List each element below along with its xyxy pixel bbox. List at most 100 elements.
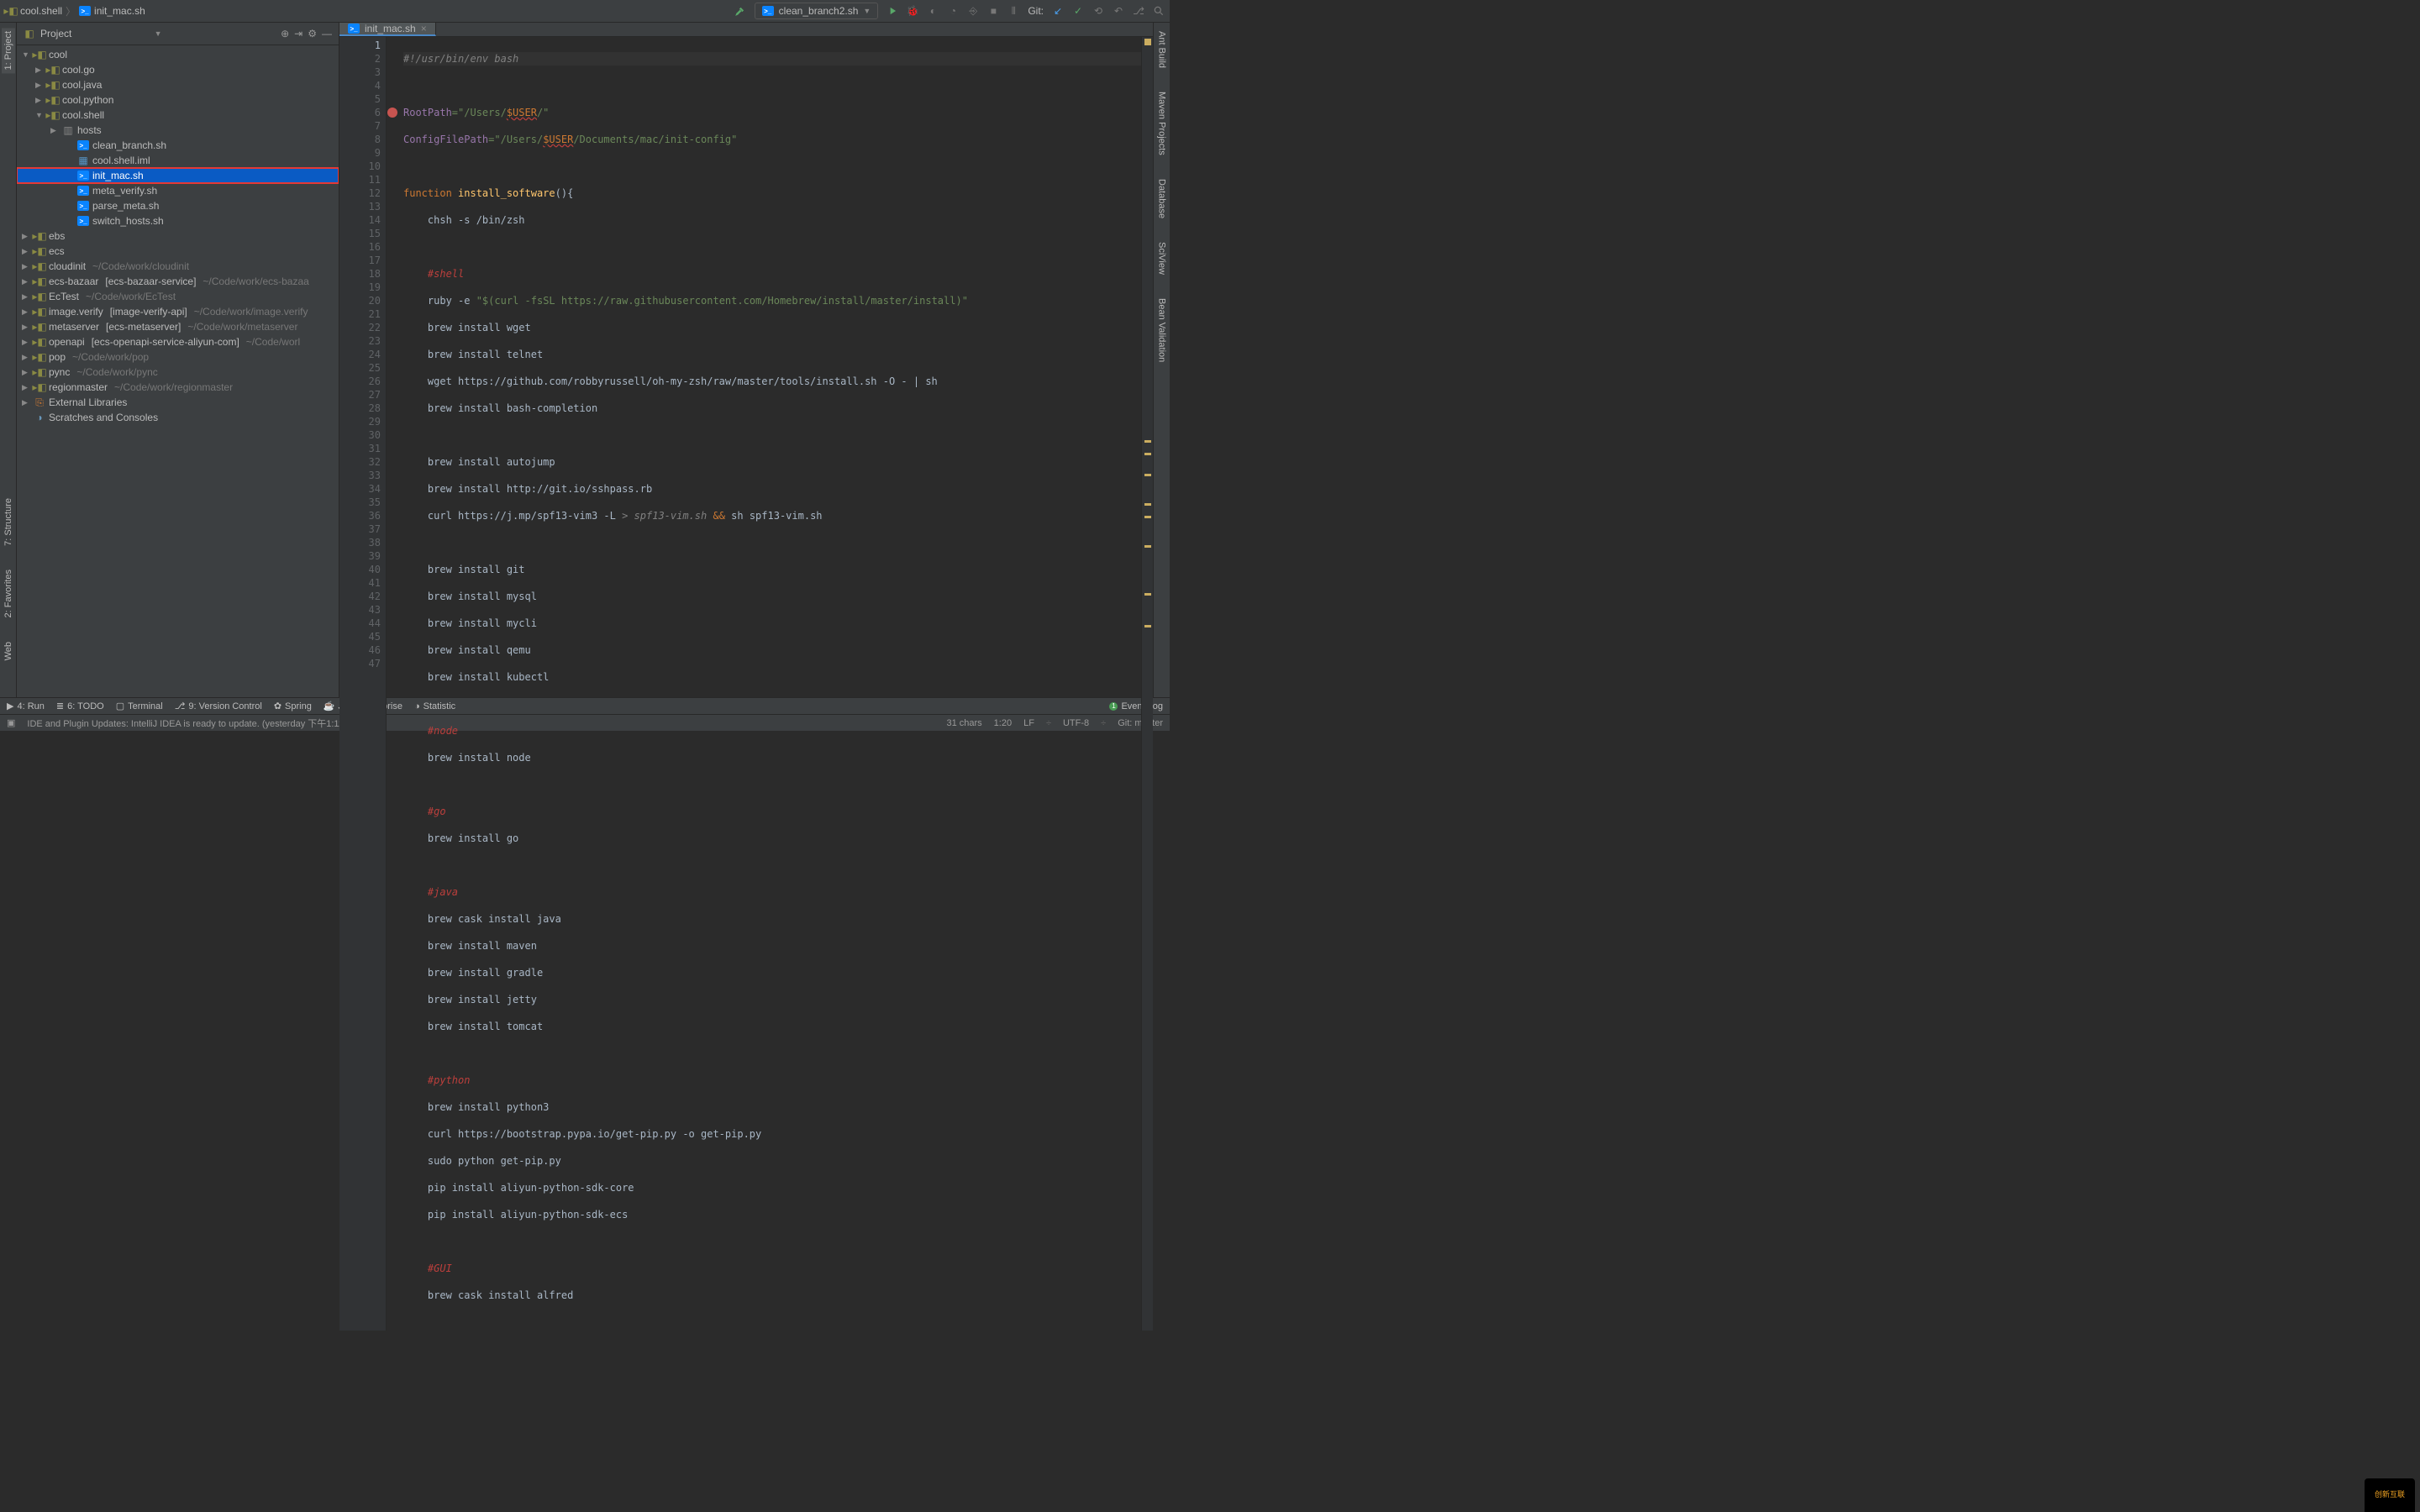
tab-favorites[interactable]: 2: Favorites [2,566,15,621]
tree-path: ~/Code/work/EcTest [86,291,176,302]
file-tab-label: init_mac.sh [365,23,416,34]
tree-label: cool.shell [62,109,104,121]
tree-label: ebs [49,230,65,242]
tree-switch-hosts[interactable]: switch_hosts.sh [17,213,339,228]
editor-tabs: init_mac.sh × [339,23,1153,37]
gear-icon[interactable]: ⚙ [308,28,317,39]
tab-maven[interactable]: Maven Projects [1155,88,1169,159]
tree-ecs-bazaar[interactable]: ▶▸◧ecs-bazaar[ecs-bazaar-service]~/Code/… [17,274,339,289]
revert-icon[interactable]: ↶ [1113,5,1124,17]
tree-ecs[interactable]: ▶▸◧ecs [17,244,339,259]
build-icon[interactable] [734,5,746,17]
locate-icon[interactable]: ⊕ [281,28,289,39]
chevron-down-icon: ▼ [863,7,871,15]
tree-ectest[interactable]: ▶▸◧EcTest~/Code/work/EcTest [17,289,339,304]
tree-pop[interactable]: ▶▸◧pop~/Code/work/pop [17,349,339,365]
breadcrumb-parent[interactable]: ▸◧ cool.shell [5,5,62,17]
tab-web[interactable]: Web [2,638,15,664]
tree-cool[interactable]: ▼▸◧cool [17,47,339,62]
tree-path: ~/Code/work/ecs-bazaa [203,276,308,287]
tree-svc: [image-verify-api] [110,306,187,318]
git-update-icon[interactable]: ↙ [1052,5,1064,17]
tab-project[interactable]: 1: Project [2,28,15,73]
tree-label: cool.java [62,79,102,91]
tree-meta-verify[interactable]: meta_verify.sh [17,183,339,198]
tree-label: openapi [49,336,85,348]
tree-cool-python[interactable]: ▶▸◧cool.python [17,92,339,108]
topbar: ▸◧ cool.shell 〉 init_mac.sh clean_branch… [0,0,1170,23]
editor[interactable]: 12345 6 78910 1112131415 1617181920 2122… [339,37,1153,1331]
tree-path: ~/Code/work/image.verify [194,306,308,318]
tree-cloudinit[interactable]: ▶▸◧cloudinit~/Code/work/cloudinit [17,259,339,274]
shell-file-icon [762,6,774,16]
main-area: 1: Project 7: Structure 2: Favorites Web… [0,23,1170,697]
tree-svc: [ecs-openapi-service-aliyun-com] [92,336,239,348]
tool-spring[interactable]: ✿ Spring [274,701,312,711]
run-config-dropdown[interactable]: clean_branch2.sh ▼ [755,3,879,19]
tree-cool-shell-iml[interactable]: cool.shell.iml [17,153,339,168]
hide-icon[interactable]: — [322,28,332,39]
tree-clean-branch[interactable]: clean_branch.sh [17,138,339,153]
run-icon[interactable] [886,5,898,17]
tree-pync[interactable]: ▶▸◧pync~/Code/work/pync [17,365,339,380]
tree-path: ~/Code/work/cloudinit [92,260,189,272]
tree-label: pync [49,366,70,378]
tree-openapi[interactable]: ▶▸◧openapi[ecs-openapi-service-aliyun-co… [17,334,339,349]
tab-bean-validation[interactable]: Bean Validation [1155,295,1169,365]
tree-metaserver[interactable]: ▶▸◧metaserver[ecs-metaserver]~/Code/work… [17,319,339,334]
breakpoint-icon[interactable] [387,108,397,118]
debug-icon[interactable]: 🐞 [907,5,918,17]
profile-icon[interactable]: ◔ [947,5,959,17]
file-tab-init-mac[interactable]: init_mac.sh × [339,23,436,36]
tree-label: metaserver [49,321,99,333]
shell-file-icon [348,24,360,34]
branch-icon[interactable]: ⎇ [1133,5,1144,17]
tab-structure[interactable]: 7: Structure [2,495,15,549]
tool-todo[interactable]: ≣ 6: TODO [56,701,104,711]
tree-label: External Libraries [49,396,127,408]
tree-label: parse_meta.sh [92,200,159,212]
tab-database[interactable]: Database [1155,176,1169,222]
search-icon[interactable] [1153,5,1165,17]
run-config-label: clean_branch2.sh [779,5,859,17]
close-tab-icon[interactable]: × [421,23,427,34]
breadcrumb-file-label: init_mac.sh [94,5,145,17]
tree-label: cool.shell.iml [92,155,150,166]
shell-file-icon [77,186,89,196]
tree-hosts[interactable]: ▶▥hosts [17,123,339,138]
git-commit-icon[interactable]: ✓ [1072,5,1084,17]
chevron-right-icon: 〉 [66,4,76,18]
tab-sciview[interactable]: SciView [1155,239,1169,278]
shell-file-icon [77,216,89,226]
shell-file-icon [77,201,89,211]
tree-scratches[interactable]: ◑Scratches and Consoles [17,410,339,425]
library-icon [34,396,45,408]
tree-cool-java[interactable]: ▶▸◧cool.java [17,77,339,92]
tree-external-libs[interactable]: ▶External Libraries [17,395,339,410]
tree-cool-go[interactable]: ▶▸◧cool.go [17,62,339,77]
tree-regionmaster[interactable]: ▶▸◧regionmaster~/Code/work/regionmaster [17,380,339,395]
code-area[interactable]: #!/usr/bin/env bash RootPath="/Users/$US… [387,37,1141,1331]
stop-icon[interactable]: ■ [987,5,999,17]
tab-ant-build[interactable]: Ant Build [1155,28,1169,71]
tree-image-verify[interactable]: ▶▸◧image.verify[image-verify-api]~/Code/… [17,304,339,319]
collapse-icon[interactable]: ⇥ [294,28,302,39]
tree-parse-meta[interactable]: parse_meta.sh [17,198,339,213]
tree-cool-shell[interactable]: ▼▸◧cool.shell [17,108,339,123]
tree-label: image.verify [49,306,103,318]
tool-vcs[interactable]: ⎇ 9: Version Control [175,701,262,711]
marker-bar[interactable] [1141,37,1153,1331]
tool-terminal[interactable]: ▢ Terminal [116,701,163,711]
attach-icon[interactable]: ⎆ [967,5,979,17]
tool-run[interactable]: ▶ 4: Run [7,701,45,711]
breadcrumb-file[interactable]: init_mac.sh [79,5,145,17]
layout-icon[interactable]: ⫴ [1007,5,1019,17]
project-icon: ◧ [24,28,35,39]
tree-ebs[interactable]: ▶▸◧ebs [17,228,339,244]
chevron-down-icon[interactable]: ▼ [155,29,162,38]
history-icon[interactable]: ⟲ [1092,5,1104,17]
coverage-icon[interactable]: ◐ [927,5,939,17]
shell-file-icon [79,6,91,16]
tool-window-toggle-icon[interactable]: ▣ [7,717,15,728]
tree-init-mac[interactable]: init_mac.sh [17,168,339,183]
